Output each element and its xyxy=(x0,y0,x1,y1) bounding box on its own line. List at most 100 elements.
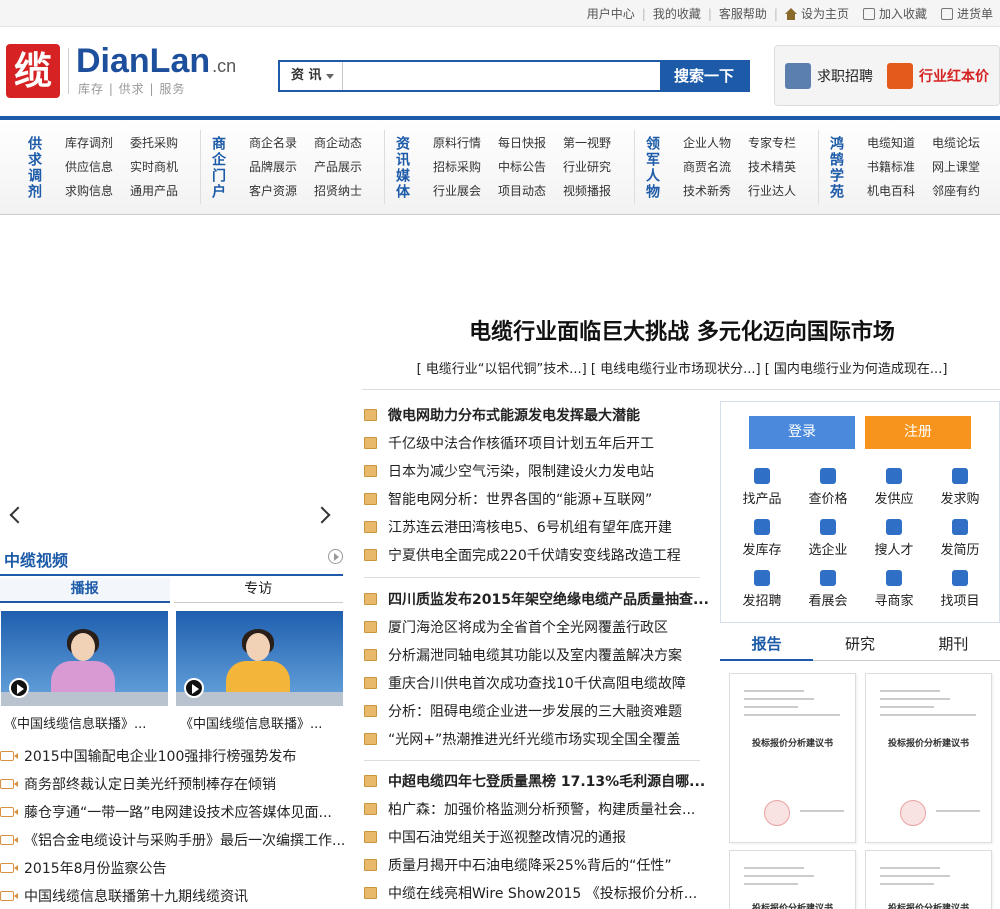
headline-title[interactable]: 电缆行业面临巨大挑战 多元化迈向国际市场 xyxy=(362,314,1000,346)
news-item[interactable]: 柏广森：加强价格监测分析预警，构建质量社会... xyxy=(364,795,700,823)
nav-group-title[interactable]: 领军人物 xyxy=(640,120,664,215)
nav-link[interactable]: 招贤纳士 xyxy=(314,182,374,206)
purchase-list-link[interactable]: 进货单 xyxy=(934,5,1000,22)
nav-group-title[interactable]: 供求调剂 xyxy=(22,120,46,215)
add-favorite-link[interactable]: 加入收藏 xyxy=(856,5,934,22)
nav-link[interactable]: 招标采购 xyxy=(433,158,498,182)
news-item[interactable]: 中超电缆四年七登质量黑榜 17.13%毛利源自哪... xyxy=(364,767,705,795)
my-favorites-link[interactable]: 我的收藏 xyxy=(646,5,708,22)
video-thumbnail[interactable] xyxy=(176,611,343,706)
nav-link[interactable]: 技术精英 xyxy=(748,158,808,182)
login-button[interactable]: 登录 xyxy=(749,416,855,449)
nav-link[interactable]: 商企名录 xyxy=(249,134,314,158)
list-item[interactable]: 商务部终裁认定日美光纤预制棒存在倾销 xyxy=(0,770,350,798)
nav-link[interactable]: 库存调剂 xyxy=(65,134,130,158)
news-item[interactable]: 千亿级中法合作核循环项目计划五年后开工 xyxy=(364,429,700,457)
report-thumbnail[interactable]: 投标报价分析建议书 xyxy=(729,850,856,909)
quick-search-talent[interactable]: 搜人才 xyxy=(861,513,927,564)
nav-link[interactable]: 邻座有约 xyxy=(932,182,992,206)
news-item[interactable]: 中国石油党组关于巡视整改情况的通报 xyxy=(364,823,700,851)
nav-link[interactable]: 行业达人 xyxy=(748,182,808,206)
nav-group-title[interactable]: 资讯媒体 xyxy=(390,120,414,215)
report-thumbnail[interactable]: 投标报价分析建议书 xyxy=(865,673,992,843)
slider-prev-button[interactable] xyxy=(8,505,27,529)
video-thumbnail[interactable] xyxy=(1,611,168,706)
nav-link[interactable]: 企业人物 xyxy=(683,134,748,158)
nav-link[interactable]: 专家专栏 xyxy=(748,134,808,158)
more-arrow-icon[interactable] xyxy=(328,549,343,564)
register-button[interactable]: 注册 xyxy=(865,416,971,449)
nav-link[interactable]: 通用产品 xyxy=(130,182,190,206)
industry-price-link[interactable]: 行业红本价 xyxy=(887,63,989,89)
nav-link[interactable]: 行业展会 xyxy=(433,182,498,206)
nav-link[interactable]: 客户资源 xyxy=(249,182,314,206)
nav-group-title[interactable]: 鸿鹄学苑 xyxy=(824,120,848,215)
quick-choose-company[interactable]: 选企业 xyxy=(795,513,861,564)
nav-link[interactable]: 商企动态 xyxy=(314,134,374,158)
slider-next-button[interactable] xyxy=(313,505,334,529)
quick-post-resume[interactable]: 发简历 xyxy=(927,513,993,564)
quick-post-stock[interactable]: 发库存 xyxy=(729,513,795,564)
tab-interview[interactable]: 专访 xyxy=(173,578,343,603)
site-logo[interactable]: 缆 DianLan .cn 库存 | 供求 | 服务 xyxy=(6,42,260,100)
nav-link[interactable]: 书籍标准 xyxy=(867,158,932,182)
news-item[interactable]: 微电网助力分布式能源发电发挥最大潜能 xyxy=(364,401,700,429)
jobs-link[interactable]: 求职招聘 xyxy=(785,63,873,89)
news-item[interactable]: 分析漏泄同轴电缆其功能以及室内覆盖解决方案 xyxy=(364,641,700,669)
news-item[interactable]: 厦门海沧区将成为全省首个全光网覆盖行政区 xyxy=(364,613,700,641)
nav-link[interactable]: 电缆知道 xyxy=(867,134,932,158)
news-item[interactable]: 质量月揭开中石油电缆降采25%背后的“任性” xyxy=(364,851,700,879)
nav-link[interactable]: 电缆论坛 xyxy=(932,134,992,158)
nav-group-title[interactable]: 商企门户 xyxy=(206,120,230,215)
quick-find-project[interactable]: 找项目 xyxy=(927,564,993,615)
quick-view-expo[interactable]: 看展会 xyxy=(795,564,861,615)
nav-link[interactable]: 供应信息 xyxy=(65,158,130,182)
list-item[interactable]: 2015中国输配电企业100强排行榜强势发布 xyxy=(0,742,350,770)
nav-link[interactable]: 网上课堂 xyxy=(932,158,992,182)
nav-link[interactable]: 第一视野 xyxy=(563,134,623,158)
nav-link[interactable]: 委托采购 xyxy=(130,134,190,158)
play-icon[interactable] xyxy=(184,678,204,698)
news-item[interactable]: 日本为减少空气污染，限制建设火力发电站 xyxy=(364,457,700,485)
report-thumbnail[interactable]: 投标报价分析建议书 xyxy=(865,850,992,909)
news-item[interactable]: 四川质监发布2015年架空绝缘电缆产品质量抽查... xyxy=(364,585,709,613)
news-item[interactable]: 重庆合川供电首次成功查找10千伏高阻电缆故障 xyxy=(364,669,700,697)
quick-find-product[interactable]: 找产品 xyxy=(729,462,795,513)
nav-link[interactable]: 实时商机 xyxy=(130,158,190,182)
quick-post-supply[interactable]: 发供应 xyxy=(861,462,927,513)
search-button[interactable]: 搜索一下 xyxy=(660,62,748,90)
nav-link[interactable]: 机电百科 xyxy=(867,182,932,206)
nav-link[interactable]: 求购信息 xyxy=(65,182,130,206)
headline-sublink[interactable]: [ 电线电缆行业市场现状分...] xyxy=(591,362,761,377)
list-item[interactable]: 中国线缆信息联播第十九期线缆资讯 xyxy=(0,882,350,909)
headline-sublink[interactable]: [ 电缆行业“以铝代铜”技术...] xyxy=(417,362,587,377)
news-item[interactable]: 宁夏供电全面完成220千伏靖安变线路改造工程 xyxy=(364,541,700,569)
nav-link[interactable]: 品牌展示 xyxy=(249,158,314,182)
news-item[interactable]: 江苏连云港田湾核电5、6号机组有望年底开建 xyxy=(364,513,700,541)
tab-journal[interactable]: 期刊 xyxy=(906,629,1000,661)
nav-link[interactable]: 每日快报 xyxy=(498,134,563,158)
quick-check-price[interactable]: 查价格 xyxy=(795,462,861,513)
list-item[interactable]: 《铝合金电缆设计与采购手册》最后一次编撰工作... xyxy=(0,826,350,854)
news-item[interactable]: 智能电网分析：世界各国的“能源+互联网” xyxy=(364,485,700,513)
news-item[interactable]: 中缆在线亮相Wire Show2015 《投标报价分析... xyxy=(364,879,700,907)
headline-sublink[interactable]: [ 国内电缆行业为何造成现在...] xyxy=(765,362,948,377)
video-caption[interactable]: 《中国线缆信息联播》... xyxy=(180,713,340,732)
list-item[interactable]: 藤仓亨通“一带一路”电网建设技术应答媒体见面... xyxy=(0,798,350,826)
nav-link[interactable]: 中标公告 xyxy=(498,158,563,182)
user-center-link[interactable]: 用户中心 xyxy=(580,5,642,22)
nav-link[interactable]: 行业研究 xyxy=(563,158,623,182)
nav-link[interactable]: 技术新秀 xyxy=(683,182,748,206)
search-input[interactable] xyxy=(344,62,662,90)
nav-link[interactable]: 视频播报 xyxy=(563,182,623,206)
tab-report[interactable]: 报告 xyxy=(720,629,814,661)
play-icon[interactable] xyxy=(9,678,29,698)
set-home-link[interactable]: 设为主页 xyxy=(778,5,856,22)
quick-find-merchant[interactable]: 寻商家 xyxy=(861,564,927,615)
nav-link[interactable]: 产品展示 xyxy=(314,158,374,182)
news-item[interactable]: “光网+”热潮推进光纤光缆市场实现全国全覆盖 xyxy=(364,725,700,753)
quick-post-demand[interactable]: 发求购 xyxy=(927,462,993,513)
help-link[interactable]: 客服帮助 xyxy=(712,5,774,22)
video-section-title[interactable]: 中缆视频 xyxy=(4,547,68,571)
video-caption[interactable]: 《中国线缆信息联播》... xyxy=(4,713,164,732)
